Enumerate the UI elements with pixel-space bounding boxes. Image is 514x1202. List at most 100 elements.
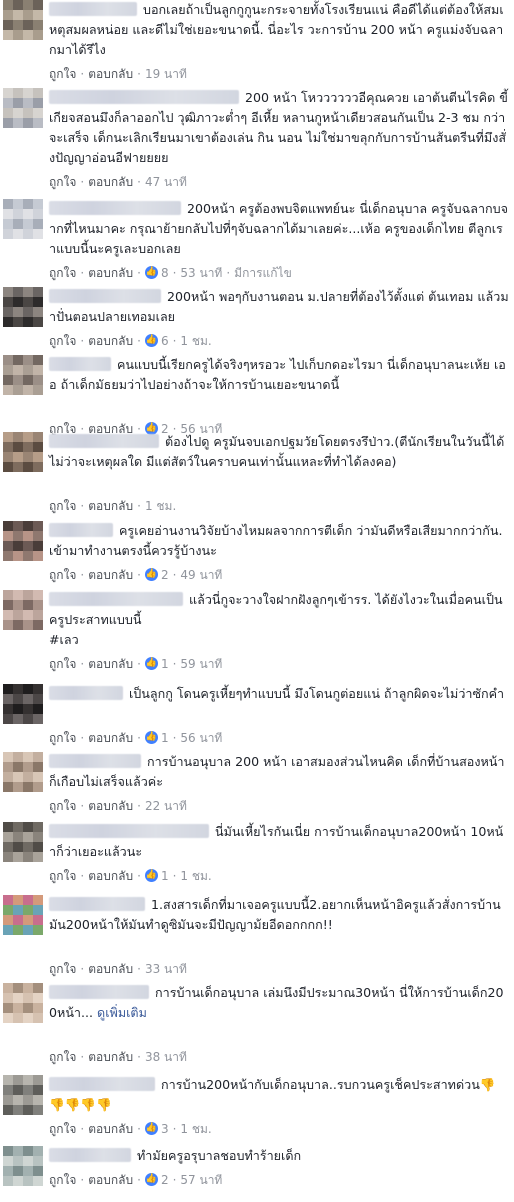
commenter-name-blurred[interactable] [49,1077,155,1091]
reaction-summary[interactable]: 👍 2 [144,565,169,584]
like-button[interactable]: ถูกใจ [49,264,76,282]
commenter-name-blurred[interactable] [49,2,137,16]
avatar[interactable] [3,684,43,724]
separator-dot: · [137,961,141,976]
like-button[interactable]: ถูกใจ [49,729,76,747]
reaction-summary[interactable]: 👍 8 [144,263,169,282]
comment-text-block: การบ้าน200หน้ากับเด็กอนุบาล..รบกวนครูเช็… [49,1075,509,1115]
see-more-link[interactable]: ดูเพิ่มเติม [97,1005,147,1020]
comment-body: 200 หน้า โหววววววอีคุณควย เอาต้นตีนไรคิด… [49,88,509,189]
hashtag[interactable]: #เลว [49,632,79,647]
reaction-summary[interactable]: 👍 6 [144,331,169,350]
like-button[interactable]: ถูกใจ [49,867,76,885]
reply-button[interactable]: ตอบกลับ [88,264,133,282]
like-button[interactable]: ถูกใจ [49,797,76,815]
separator-dot: · [137,174,141,189]
avatar[interactable] [3,88,43,128]
like-button[interactable]: ถูกใจ [49,332,76,350]
thumbs-up-icon: 👍 [144,1122,158,1136]
commenter-name-blurred[interactable] [49,824,209,838]
reply-button[interactable]: ตอบกลับ [88,867,133,885]
reaction-summary[interactable]: 👍 1 [144,728,169,747]
avatar[interactable] [3,0,43,40]
comment-text-block: 200หน้า ครูต้องพบจิตแพทย์นะ นี่เด็กอนุบา… [49,199,509,259]
avatar[interactable] [3,752,43,792]
comment-body: ต้องไปดู ครูมันจบเอกปฐมวัยโดยตรงรึป่าว.(… [49,432,509,513]
commenter-name-blurred[interactable] [49,523,113,537]
thumbs-up-icon: 👍 [144,657,158,671]
avatar[interactable] [3,1146,43,1186]
avatar[interactable] [3,355,43,395]
reaction-summary[interactable]: 👍 1 [144,866,169,885]
reply-button[interactable]: ตอบกลับ [88,1171,133,1189]
like-button[interactable]: ถูกใจ [49,173,76,191]
separator-dot: · [137,656,141,671]
reply-button[interactable]: ตอบกลับ [88,65,133,83]
timestamp[interactable]: 19 นาที [145,65,187,83]
avatar[interactable] [3,199,43,239]
reply-button[interactable]: ตอบกลับ [88,497,133,515]
timestamp[interactable]: 1 ชม. [145,497,176,515]
avatar[interactable] [3,287,43,327]
commenter-name-blurred[interactable] [49,289,161,303]
avatar[interactable] [3,822,43,862]
edited-label[interactable]: มีการแก้ไข [234,264,292,282]
commenter-name-blurred[interactable] [49,201,181,215]
like-button[interactable]: ถูกใจ [49,497,76,515]
avatar[interactable] [3,895,43,935]
like-button[interactable]: ถูกใจ [49,65,76,83]
like-button[interactable]: ถูกใจ [49,1171,76,1189]
avatar[interactable] [3,432,43,472]
timestamp[interactable]: 49 นาที [180,566,222,584]
commenter-name-blurred[interactable] [49,592,183,606]
reply-button[interactable]: ตอบกลับ [88,797,133,815]
timestamp[interactable]: 59 นาที [180,655,222,673]
reply-button[interactable]: ตอบกลับ [88,1120,133,1138]
reply-button[interactable]: ตอบกลับ [88,332,133,350]
commenter-name-blurred[interactable] [49,754,141,768]
avatar[interactable] [3,983,43,1023]
commenter-name-blurred[interactable] [49,1148,131,1162]
comment-text: ครูเคยอ่านงานวิจัยบ้างไหมผลจากการตีเด็ก … [49,523,503,558]
reply-button[interactable]: ตอบกลับ [88,173,133,191]
timestamp[interactable]: 1 ชม. [180,332,211,350]
timestamp[interactable]: 38 นาที [145,1048,187,1066]
like-button[interactable]: ถูกใจ [49,655,76,673]
separator-dot: · [80,498,85,513]
commenter-name-blurred[interactable] [49,897,145,911]
comment-actions: ถูกใจ · ตอบกลับ · 1 ชม. [49,496,176,514]
reaction-summary[interactable]: 👍 1 [144,654,169,673]
commenter-name-blurred[interactable] [49,357,111,371]
reply-button[interactable]: ตอบกลับ [88,566,133,584]
avatar[interactable] [3,590,43,630]
timestamp[interactable]: 33 นาที [145,960,187,978]
timestamp[interactable]: 1 ชม. [180,867,211,885]
commenter-name-blurred[interactable] [49,434,159,448]
timestamp[interactable]: 57 นาที [180,1171,222,1189]
like-button[interactable]: ถูกใจ [49,566,76,584]
like-button[interactable]: ถูกใจ [49,960,76,978]
reply-button[interactable]: ตอบกลับ [88,960,133,978]
reaction-count: 1 [160,730,169,745]
reaction-count: 8 [160,265,169,280]
timestamp[interactable]: 1 ชม. [180,1120,211,1138]
commenter-name-blurred[interactable] [49,686,123,700]
reaction-summary[interactable]: 👍 3 [144,1119,169,1138]
separator-dot: · [80,174,85,189]
like-button[interactable]: ถูกใจ [49,1048,76,1066]
avatar[interactable] [3,1075,43,1115]
reaction-count: 2 [160,1172,169,1187]
avatar[interactable] [3,521,43,561]
reply-button[interactable]: ตอบกลับ [88,655,133,673]
reply-button[interactable]: ตอบกลับ [88,729,133,747]
commenter-name-blurred[interactable] [49,90,239,104]
commenter-name-blurred[interactable] [49,985,149,999]
reply-button[interactable]: ตอบกลับ [88,1048,133,1066]
timestamp[interactable]: 53 นาที [180,264,222,282]
timestamp[interactable]: 22 นาที [145,797,187,815]
reaction-summary[interactable]: 👍 2 [144,1170,169,1189]
timestamp[interactable]: 56 นาที [180,729,222,747]
reaction-count: 6 [160,333,169,348]
timestamp[interactable]: 47 นาที [145,173,187,191]
like-button[interactable]: ถูกใจ [49,1120,76,1138]
